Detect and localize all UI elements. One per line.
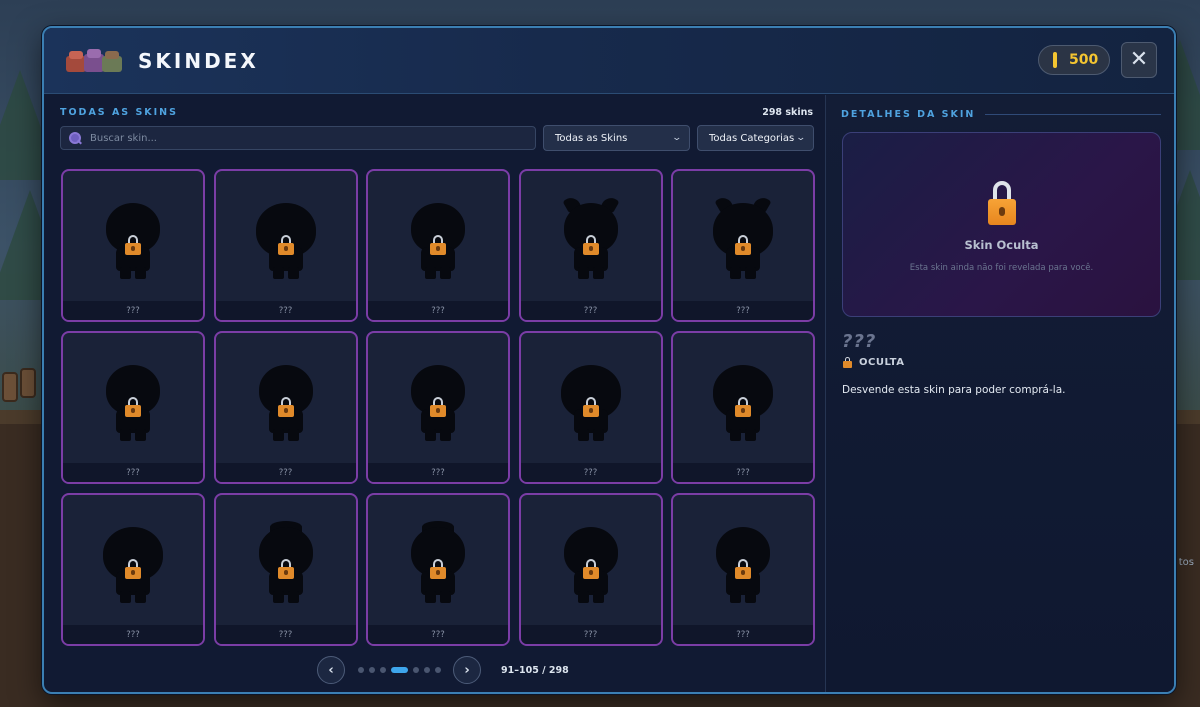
category-filter-value: Todas Categorias [709,132,795,144]
page-dots [355,667,443,673]
skin-browser-panel: TODAS AS SKINS 298 skins Todas as Skins … [44,95,825,692]
lock-icon [125,235,141,255]
lock-icon [125,559,141,579]
browser-section-label: TODAS AS SKINS [60,107,178,118]
lock-icon [125,397,141,417]
page-range: 91–105 / 298 [501,664,569,676]
next-page-button[interactable]: › [453,656,481,684]
lock-icon [582,397,599,417]
skin-description: Desvende esta skin para poder comprá-la. [842,384,1066,396]
chevron-right-icon: › [464,662,470,678]
skin-card-name: ??? [63,463,203,482]
skins-icon [66,49,122,72]
lock-icon [277,235,294,255]
details-header: DETALHES DA SKIN [841,109,1161,120]
pagination: ‹ › 91–105 / 298 [317,656,569,684]
barrel-icon [20,368,36,398]
close-icon: ✕ [1129,47,1149,72]
page-dot[interactable] [423,667,430,673]
preview-subtitle: Esta skin ainda não foi revelada para vo… [909,263,1094,273]
skin-card[interactable]: ??? [366,493,510,646]
coin-value: 500 [1069,52,1099,68]
lock-icon [430,559,446,579]
skin-card-name: ??? [520,463,661,482]
skin-card-name: ??? [215,625,356,644]
lock-icon [735,559,751,579]
skin-total-count: 298 skins [762,107,813,118]
page-dot[interactable] [412,667,419,673]
skin-card-name: ??? [673,301,813,320]
chevron-down-icon: ⌄ [795,133,807,143]
skin-card-name: ??? [215,463,356,482]
skin-card[interactable]: ??? [213,169,358,322]
search-box [60,126,536,150]
chevron-left-icon: ‹ [328,662,334,678]
modal-header: SKINDEX 500 ✕ [44,28,1174,94]
skin-card[interactable]: ??? [61,331,205,484]
skin-card[interactable]: ??? [61,169,205,322]
skin-details-panel: DETALHES DA SKIN Skin Oculta Esta skin a… [825,95,1174,692]
skin-card[interactable]: ??? [518,169,663,322]
close-button[interactable]: ✕ [1121,42,1157,78]
chevron-down-icon: ⌄ [671,133,683,143]
divider [985,114,1161,115]
skin-card-name: ??? [63,625,203,644]
lock-icon [277,397,294,417]
skin-card-name: ??? [520,625,661,644]
skin-card[interactable]: ??? [213,493,358,646]
page-dot-active[interactable] [390,667,408,673]
search-icon [69,132,81,144]
skin-status: OCULTA [843,357,904,368]
skindex-modal: SKINDEX 500 ✕ TODAS AS SKINS 298 skins T… [42,26,1176,694]
skin-card-name: ??? [673,463,813,482]
status-text: OCULTA [859,357,905,368]
skins-filter-value: Todas as Skins [555,132,628,144]
lock-icon [582,235,599,255]
skin-card-name: ??? [368,463,508,482]
page-dot[interactable] [434,667,441,673]
skins-filter-dropdown[interactable]: Todas as Skins ⌄ [543,125,690,151]
skin-card-name: ??? [215,301,356,320]
skin-card[interactable]: ??? [671,493,815,646]
skin-preview: Skin Oculta Esta skin ainda não foi reve… [842,132,1161,317]
lock-icon [988,181,1016,225]
skin-card-name: ??? [63,301,203,320]
skin-card[interactable]: ??? [213,331,358,484]
skin-card[interactable]: ??? [61,493,205,646]
skin-name: ??? [842,331,877,352]
skin-card[interactable]: ??? [366,169,510,322]
preview-title: Skin Oculta [964,238,1039,252]
lock-icon [735,397,751,417]
barrel-icon [2,372,18,402]
skin-card-name: ??? [673,625,813,644]
coin-balance: 500 [1038,45,1110,75]
page-dot[interactable] [368,667,375,673]
background-hint-text: tos [1178,557,1194,568]
skin-card[interactable]: ??? [671,331,815,484]
page-dot[interactable] [357,667,364,673]
lock-icon [277,559,294,579]
coin-icon [1053,52,1057,68]
lock-icon [430,235,446,255]
skin-card[interactable]: ??? [518,493,663,646]
search-input[interactable] [90,132,535,144]
skin-card-name: ??? [368,301,508,320]
skin-card-name: ??? [520,301,661,320]
lock-icon [582,559,599,579]
skin-card[interactable]: ??? [366,331,510,484]
lock-icon [843,357,852,368]
category-filter-dropdown[interactable]: Todas Categorias ⌄ [697,125,814,151]
skin-card-name: ??? [368,625,508,644]
page-dot[interactable] [379,667,386,673]
details-section-label: DETALHES DA SKIN [841,109,976,120]
lock-icon [735,235,751,255]
prev-page-button[interactable]: ‹ [317,656,345,684]
skin-card[interactable]: ??? [671,169,815,322]
lock-icon [430,397,446,417]
modal-title: SKINDEX [138,49,259,73]
skin-card[interactable]: ??? [518,331,663,484]
